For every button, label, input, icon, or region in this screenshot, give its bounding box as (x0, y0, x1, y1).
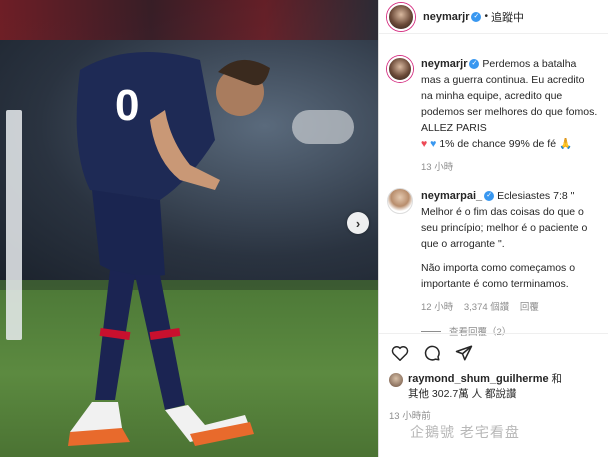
likes-and: 和 (551, 373, 563, 385)
liker-username[interactable]: raymond_shum_guilherme (408, 373, 549, 385)
comment-icon[interactable] (421, 342, 443, 364)
share-icon[interactable] (453, 342, 475, 364)
caption-time[interactable]: 13 小時 (421, 162, 453, 173)
svg-text:0: 0 (115, 81, 139, 130)
header-username[interactable]: neymarjr (423, 11, 469, 23)
comment-item: neymarpai_ ✓ Eclesiastes 7:8 " Melhor é o… (379, 182, 608, 316)
caption-text-line2: 1% de chance 99% de fé (439, 138, 557, 150)
watermark: 企鵝號 老宅看盘 (410, 424, 520, 440)
post-time[interactable]: 13 小時前 (389, 408, 599, 422)
comment-likes[interactable]: 3,374 個讚 (464, 302, 509, 313)
heart-icon[interactable] (389, 342, 411, 364)
likes-others[interactable]: 其他 302.7萬 人 都說讚 (408, 388, 517, 400)
comment-text-2: Não importa como começamos o importante … (421, 262, 576, 290)
avatar[interactable] (387, 2, 415, 31)
reply-button[interactable]: 回覆 (520, 302, 539, 313)
caption: neymarjr ✓ Perdemos a batalha mas a guerr… (379, 50, 608, 176)
comments-list[interactable]: neymarjr ✓ Perdemos a batalha mas a guerr… (379, 50, 608, 340)
blue-heart-icon: ♥ (430, 138, 437, 150)
caption-username[interactable]: neymarjr (421, 58, 467, 70)
comment-time[interactable]: 12 小時 (421, 302, 453, 313)
carousel-next-button[interactable]: › (347, 212, 369, 234)
likes-summary: raymond_shum_guilherme 和 其他 302.7萬 人 都說讚 (389, 372, 599, 402)
post-header: neymarjr ✓ • 追蹤中 (379, 0, 608, 34)
caption-avatar[interactable] (387, 56, 413, 82)
post-side-panel: neymarjr ✓ • 追蹤中 neymarjr ✓ Perdemos a ba… (378, 0, 608, 457)
chevron-right-icon: › (355, 215, 361, 231)
red-heart-icon: ♥ (421, 138, 428, 150)
verified-icon: ✓ (471, 11, 482, 22)
liker-avatar[interactable] (389, 373, 403, 387)
praying-hands-icon: 🙏 (559, 138, 573, 150)
post-photo: 0 › (0, 0, 378, 457)
photographer-camera (292, 110, 354, 144)
goal-post (6, 110, 22, 340)
following-button[interactable]: 追蹤中 (491, 9, 524, 25)
post-actions: raymond_shum_guilherme 和 其他 302.7萬 人 都說讚… (379, 333, 608, 422)
comment-avatar[interactable] (387, 188, 413, 214)
separator-dot: • (484, 11, 488, 22)
verified-icon: ✓ (469, 59, 480, 70)
player-figure: 0 (68, 52, 270, 446)
comment-username[interactable]: neymarpai_ (421, 190, 482, 202)
verified-icon: ✓ (484, 191, 495, 202)
replies-divider (421, 330, 441, 332)
